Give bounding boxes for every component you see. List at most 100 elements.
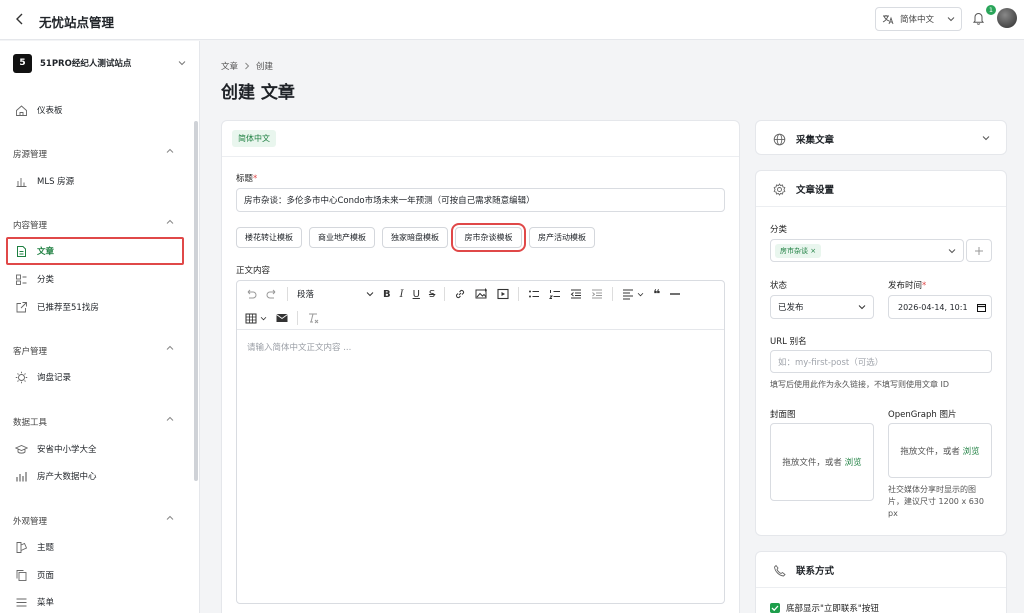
quote-icon[interactable]: ❝	[653, 287, 660, 301]
numbered-list-icon[interactable]	[549, 288, 561, 300]
status-label: 状态	[770, 281, 788, 291]
og-image-dropzone[interactable]: 拖放文件，或者 浏览	[888, 423, 992, 478]
section-header-data-tools[interactable]: 数据工具	[13, 416, 174, 428]
chevron-down-icon	[858, 304, 866, 310]
bold-icon[interactable]: B	[383, 289, 391, 300]
language-tag[interactable]: 简体中文	[232, 130, 276, 147]
strikethrough-icon[interactable]: S	[429, 289, 435, 300]
og-image-hint: 社交媒体分享时显示的图 片，建议尺寸 1200 x 630 px	[888, 485, 984, 518]
template-button-market-talk[interactable]: 房市杂谈模板	[451, 223, 526, 252]
toolbar-separator	[518, 287, 520, 301]
sidebar-item-articles[interactable]: 文章	[6, 237, 184, 265]
template-button-exclusive[interactable]: 独家暗盘模板	[382, 227, 448, 248]
sidebar: 5 51PRO经纪人测试站点 仪表板 房源管理 MLS 房源 内容管理 文章 分…	[0, 41, 200, 613]
editor-toolbar-row1: 段落 B I U S ❝	[245, 287, 681, 301]
divider	[756, 587, 1006, 588]
translate-icon	[882, 14, 894, 25]
notification-badge: 1	[986, 5, 996, 15]
toolbar-separator	[297, 311, 298, 325]
video-icon[interactable]	[497, 288, 509, 300]
collect-header: 采集文章	[773, 132, 834, 146]
site-number: 5	[13, 53, 32, 73]
site-name: 51PRO经纪人测试站点	[40, 59, 132, 69]
paragraph-select[interactable]: 段落	[297, 288, 374, 300]
align-left-icon	[622, 288, 634, 300]
top-bar: 无忧站点管理 简体中文 1	[0, 0, 1024, 40]
site-switcher[interactable]: 5 51PRO经纪人测试站点	[13, 53, 186, 73]
italic-icon[interactable]: I	[400, 289, 404, 300]
horizontal-rule-icon[interactable]	[669, 288, 681, 300]
language-select[interactable]: 简体中文	[875, 7, 962, 31]
link-icon[interactable]	[454, 288, 466, 300]
browse-link[interactable]: 浏览	[845, 456, 862, 468]
sidebar-item-mls[interactable]: MLS 房源	[6, 167, 184, 195]
template-button-commercial[interactable]: 商业地产模板	[309, 227, 375, 248]
clear-format-icon[interactable]	[307, 312, 319, 324]
sidebar-item-themes[interactable]: 主题	[6, 533, 184, 561]
external-link-icon	[15, 301, 28, 314]
breadcrumb-parent[interactable]: 文章	[221, 60, 238, 72]
breadcrumb: 文章 创建	[221, 60, 273, 72]
image-icon[interactable]	[475, 288, 488, 300]
chevron-up-icon	[166, 515, 174, 527]
underline-icon[interactable]: U	[413, 289, 420, 300]
undo-icon[interactable]	[245, 289, 257, 299]
sidebar-item-dashboard[interactable]: 仪表板	[6, 96, 184, 124]
chart-icon	[15, 175, 28, 188]
page-title: 创建 文章	[221, 83, 295, 103]
status-select[interactable]: 已发布	[770, 295, 874, 319]
editor-toolbar-row2	[245, 311, 319, 325]
home-icon	[15, 104, 28, 117]
category-select[interactable]: 房市杂谈 ×	[770, 239, 964, 262]
table-select[interactable]	[245, 313, 267, 324]
section-header-clients[interactable]: 客户管理	[13, 345, 174, 357]
collect-articles-card[interactable]: 采集文章	[755, 120, 1007, 155]
collect-title: 采集文章	[796, 135, 835, 146]
template-button-presale[interactable]: 楼花转让模板	[236, 227, 302, 248]
chevron-up-icon	[166, 416, 174, 428]
url-slug-hint: 填写后使用此作为永久链接，不填写则使用文章 ID	[770, 380, 950, 389]
mail-icon[interactable]	[276, 313, 288, 323]
section-header-appearance[interactable]: 外观管理	[13, 515, 174, 527]
phone-icon	[773, 564, 786, 577]
section-header-content[interactable]: 内容管理	[13, 219, 174, 231]
copy-icon	[15, 569, 28, 582]
chevron-right-icon	[244, 62, 250, 70]
sidebar-item-categories[interactable]: 分类	[6, 265, 184, 293]
globe-icon	[773, 133, 786, 146]
sidebar-item-inquiries[interactable]: 询盘记录	[6, 363, 184, 391]
url-slug-input[interactable]: 如：my-first-post（可选）	[770, 350, 992, 373]
sidebar-item-schools[interactable]: 安省中小学大全	[6, 435, 184, 463]
publish-time-input[interactable]: 2026-04-14, 10:1	[888, 295, 992, 319]
outdent-icon[interactable]	[570, 288, 582, 300]
section-header-listings[interactable]: 房源管理	[13, 148, 174, 160]
cover-image-dropzone[interactable]: 拖放文件，或者 浏览	[770, 423, 874, 501]
menu-icon	[15, 596, 28, 609]
add-category-button[interactable]	[966, 239, 992, 262]
table-icon	[245, 313, 257, 324]
cover-image-label: 封面图	[770, 410, 796, 420]
show-contact-checkbox[interactable]	[770, 603, 780, 613]
sidebar-item-bigdata[interactable]: 房产大数据中心	[6, 462, 184, 490]
gear-icon	[773, 182, 786, 196]
content-placeholder: 请输入简体中文正文内容 ...	[247, 343, 352, 353]
indent-icon[interactable]	[591, 288, 603, 300]
rich-text-editor[interactable]: 段落 B I U S ❝ 请输入简体中文正文内容 ...	[236, 280, 725, 604]
browse-link[interactable]: 浏览	[963, 445, 980, 457]
sidebar-item-menus[interactable]: 菜单	[6, 588, 184, 613]
bullet-list-icon[interactable]	[528, 288, 540, 300]
category-tag[interactable]: 房市杂谈 ×	[775, 243, 822, 258]
template-button-event[interactable]: 房产活动模板	[529, 227, 595, 248]
avatar[interactable]	[997, 8, 1017, 28]
sidebar-item-recommended[interactable]: 已推荐至51找房	[6, 293, 184, 321]
title-input[interactable]: 房市杂谈：多伦多市中心Condo市场未来一年预测（可按自己需求随意编辑）	[236, 188, 725, 212]
sidebar-scrollbar[interactable]	[194, 121, 198, 481]
calendar-icon[interactable]	[977, 303, 986, 312]
bell-icon[interactable]	[972, 11, 985, 25]
redo-icon[interactable]	[266, 289, 278, 299]
back-arrow-icon[interactable]	[14, 12, 26, 26]
theme-icon	[15, 541, 28, 554]
align-select[interactable]	[622, 288, 644, 300]
chevron-down-icon	[366, 291, 374, 297]
sidebar-item-pages[interactable]: 页面	[6, 561, 184, 589]
